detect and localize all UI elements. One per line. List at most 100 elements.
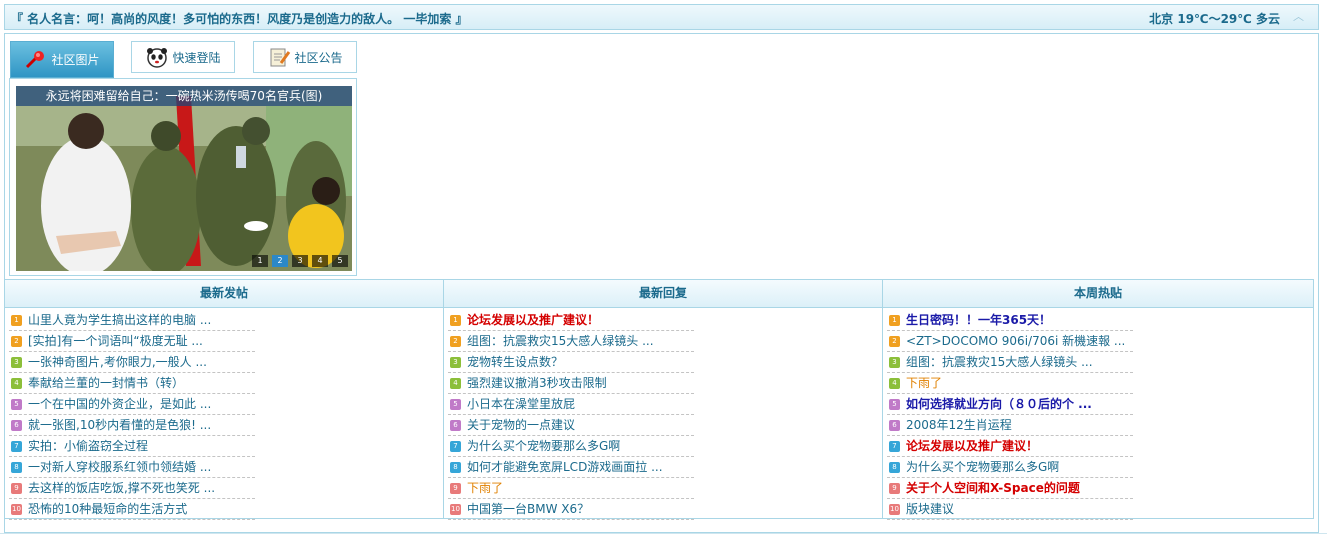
slideshow-pager: 1 2 3 4 5 — [252, 255, 348, 267]
panda-icon — [145, 46, 169, 68]
thread-link[interactable]: 强烈建议撤消3秒攻击限制 — [467, 373, 607, 393]
thread-link[interactable]: 关于宠物的一点建议 — [467, 415, 575, 435]
page-button[interactable]: 4 — [312, 255, 328, 267]
tab-community-photos[interactable]: 社区图片 — [10, 41, 114, 78]
list-item: 7 实拍：小偷盗窃全过程 — [9, 436, 255, 457]
rank-number-icon: 9 — [889, 482, 900, 494]
thread-link[interactable]: 版块建议 — [906, 499, 954, 519]
rank-number-icon: 5 — [889, 398, 900, 410]
rank-number-icon: 3 — [889, 356, 900, 368]
thread-link[interactable]: 组图：抗震救灾15大感人绿镜头 ... — [906, 352, 1093, 372]
thread-link[interactable]: 山里人竟为学生搞出这样的电脑 ... — [28, 310, 211, 330]
thread-link[interactable]: 一对新人穿校服系红领巾领结婚 ... — [28, 457, 211, 477]
rank-number-icon: 8 — [450, 461, 461, 473]
weekly-hot-list: 1 生日密码！！一年365天！ 2 <ZT>DOCOMO 906i/706i 新機速報… — [887, 310, 1133, 520]
tab-quick-login[interactable]: 快速登陆 — [131, 41, 235, 73]
rank-number-icon: 7 — [11, 440, 22, 452]
rank-number-icon: 1 — [450, 314, 461, 326]
rank-number-icon: 6 — [11, 419, 22, 431]
list-item: 10 中国第一台BMW X6？ — [448, 499, 694, 520]
collapse-up-icon[interactable]: ︿ — [1293, 8, 1304, 24]
thread-link[interactable]: 去这样的饭店吃饭,撑不死也笑死 ... — [28, 478, 215, 498]
tab-label: 社区图片 — [51, 53, 100, 67]
list-item: 8 如何才能避免宽屏LCD游戏画面拉 ... — [448, 457, 694, 478]
weekly-hot-panel: 本周热贴 1 生日密码！！一年365天！ 2 <ZT>DOCOMO 906i/706i… — [882, 279, 1314, 520]
thread-link[interactable]: 一张神奇图片,考你眼力,一般人 ... — [28, 352, 207, 372]
tab-label: 快速登陆 — [172, 50, 221, 65]
page-button-active[interactable]: 2 — [272, 255, 288, 267]
rank-number-icon: 3 — [11, 356, 22, 368]
thread-link[interactable]: 一个在中国的外资企业，是如此 ... — [28, 394, 211, 414]
latest-posts-list: 1 山里人竟为学生搞出这样的电脑 ... 2 [实拍]有一个词语叫“极度无耻 ... 3… — [9, 310, 255, 520]
thread-link[interactable]: 为什么买个宠物要那么多G啊 — [467, 436, 620, 456]
thread-link[interactable]: 中国第一台BMW X6？ — [467, 499, 589, 519]
latest-replies-panel: 最新回复 1 论坛发展以及推广建议！ 2 组图：抗震救灾15大感人绿镜头 ... 3 宠物… — [443, 279, 883, 520]
panel-title: 最新发帖 — [5, 280, 443, 308]
list-item: 8 一对新人穿校服系红领巾领结婚 ... — [9, 457, 255, 478]
rank-number-icon: 1 — [11, 314, 22, 326]
quote-bar: 『 名人名言：呵！高尚的风度！多可怕的东西！风度乃是创造力的敌人。 一毕加索 』… — [4, 4, 1319, 30]
list-item: 8 为什么买个宠物要那么多G啊 — [887, 457, 1133, 478]
rank-number-icon: 5 — [11, 398, 22, 410]
list-item: 2 [实拍]有一个词语叫“极度无耻 ... — [9, 331, 255, 352]
thread-link[interactable]: 就一张图,10秒内看懂的是色狼! ... — [28, 415, 211, 435]
thread-link[interactable]: 论坛发展以及推广建议！ — [467, 310, 599, 330]
rank-number-icon: 6 — [450, 419, 461, 431]
rank-number-icon: 9 — [11, 482, 22, 494]
rank-number-icon: 10 — [11, 503, 22, 515]
list-item: 10 版块建议 — [887, 499, 1133, 520]
page-button[interactable]: 5 — [332, 255, 348, 267]
thread-link[interactable]: 实拍：小偷盗窃全过程 — [28, 436, 148, 456]
list-item: 3 宠物转生设点数？ — [448, 352, 694, 373]
rank-number-icon: 1 — [889, 314, 900, 326]
list-item: 7 论坛发展以及推广建议！ — [887, 436, 1133, 457]
list-item: 5 一个在中国的外资企业，是如此 ... — [9, 394, 255, 415]
thread-link[interactable]: 如何才能避免宽屏LCD游戏画面拉 ... — [467, 457, 663, 477]
rank-number-icon: 2 — [11, 335, 22, 347]
list-item: 9 下雨了 — [448, 478, 694, 499]
thread-link[interactable]: 关于个人空间和X-Space的问题 — [906, 478, 1080, 498]
rank-number-icon: 6 — [889, 419, 900, 431]
thread-link[interactable]: 奉献给兰董的一封情书（转） — [28, 373, 184, 393]
page-button[interactable]: 3 — [292, 255, 308, 267]
divider — [0, 533, 1327, 534]
list-item: 2 <ZT>DOCOMO 906i/706i 新機速報 ... — [887, 331, 1133, 352]
list-item: 1 生日密码！！一年365天！ — [887, 310, 1133, 331]
slideshow-photo[interactable]: 永远将困难留给自己：一碗热米汤传喝70名官兵(图) 1 2 3 4 5 — [16, 86, 352, 271]
slideshow-caption[interactable]: 永远将困难留给自己：一碗热米汤传喝70名官兵(图) — [16, 86, 352, 106]
list-item: 9 去这样的饭店吃饭,撑不死也笑死 ... — [9, 478, 255, 499]
list-item: 6 关于宠物的一点建议 — [448, 415, 694, 436]
thread-link[interactable]: 下雨了 — [467, 478, 503, 498]
page-button[interactable]: 1 — [252, 255, 268, 267]
list-item: 5 小日本在澡堂里放屁 — [448, 394, 694, 415]
weather-info: 北京 19℃～29℃ 多云 — [1149, 12, 1280, 26]
thread-link[interactable]: 生日密码！！一年365天！ — [906, 310, 1051, 330]
thread-link[interactable]: 宠物转生设点数？ — [467, 352, 563, 372]
rank-number-icon: 7 — [889, 440, 900, 452]
list-item: 1 山里人竟为学生搞出这样的电脑 ... — [9, 310, 255, 331]
rank-number-icon: 8 — [889, 461, 900, 473]
tab-community-notice[interactable]: 社区公告 — [253, 41, 357, 73]
thread-link[interactable]: [实拍]有一个词语叫“极度无耻 ... — [28, 331, 203, 351]
thread-link[interactable]: 2008年12生肖运程 — [906, 415, 1012, 435]
rank-number-icon: 4 — [889, 377, 900, 389]
thread-link[interactable]: 论坛发展以及推广建议！ — [906, 436, 1038, 456]
list-item: 2 组图：抗震救灾15大感人绿镜头 ... — [448, 331, 694, 352]
rank-number-icon: 4 — [11, 377, 22, 389]
notepad-icon — [267, 46, 291, 68]
list-item: 3 组图：抗震救灾15大感人绿镜头 ... — [887, 352, 1133, 373]
rank-number-icon: 3 — [450, 356, 461, 368]
thread-link[interactable]: 为什么买个宠物要那么多G啊 — [906, 457, 1059, 477]
thread-link[interactable]: 小日本在澡堂里放屁 — [467, 394, 575, 414]
thread-link[interactable]: 如何选择就业方向（８０后的个 ... — [906, 394, 1092, 414]
list-item: 9 关于个人空间和X-Space的问题 — [887, 478, 1133, 499]
thread-link[interactable]: 恐怖的10种最短命的生活方式 — [28, 499, 187, 519]
thread-link[interactable]: 组图：抗震救灾15大感人绿镜头 ... — [467, 331, 654, 351]
panel-title: 本周热贴 — [883, 280, 1313, 308]
list-item: 3 一张神奇图片,考你眼力,一般人 ... — [9, 352, 255, 373]
thread-link[interactable]: <ZT>DOCOMO 906i/706i 新機速報 ... — [906, 331, 1125, 351]
list-item: 5 如何选择就业方向（８０后的个 ... — [887, 394, 1133, 415]
rescue-photo — [16, 86, 352, 271]
rank-number-icon: 10 — [450, 503, 461, 515]
thread-link[interactable]: 下雨了 — [906, 373, 942, 393]
